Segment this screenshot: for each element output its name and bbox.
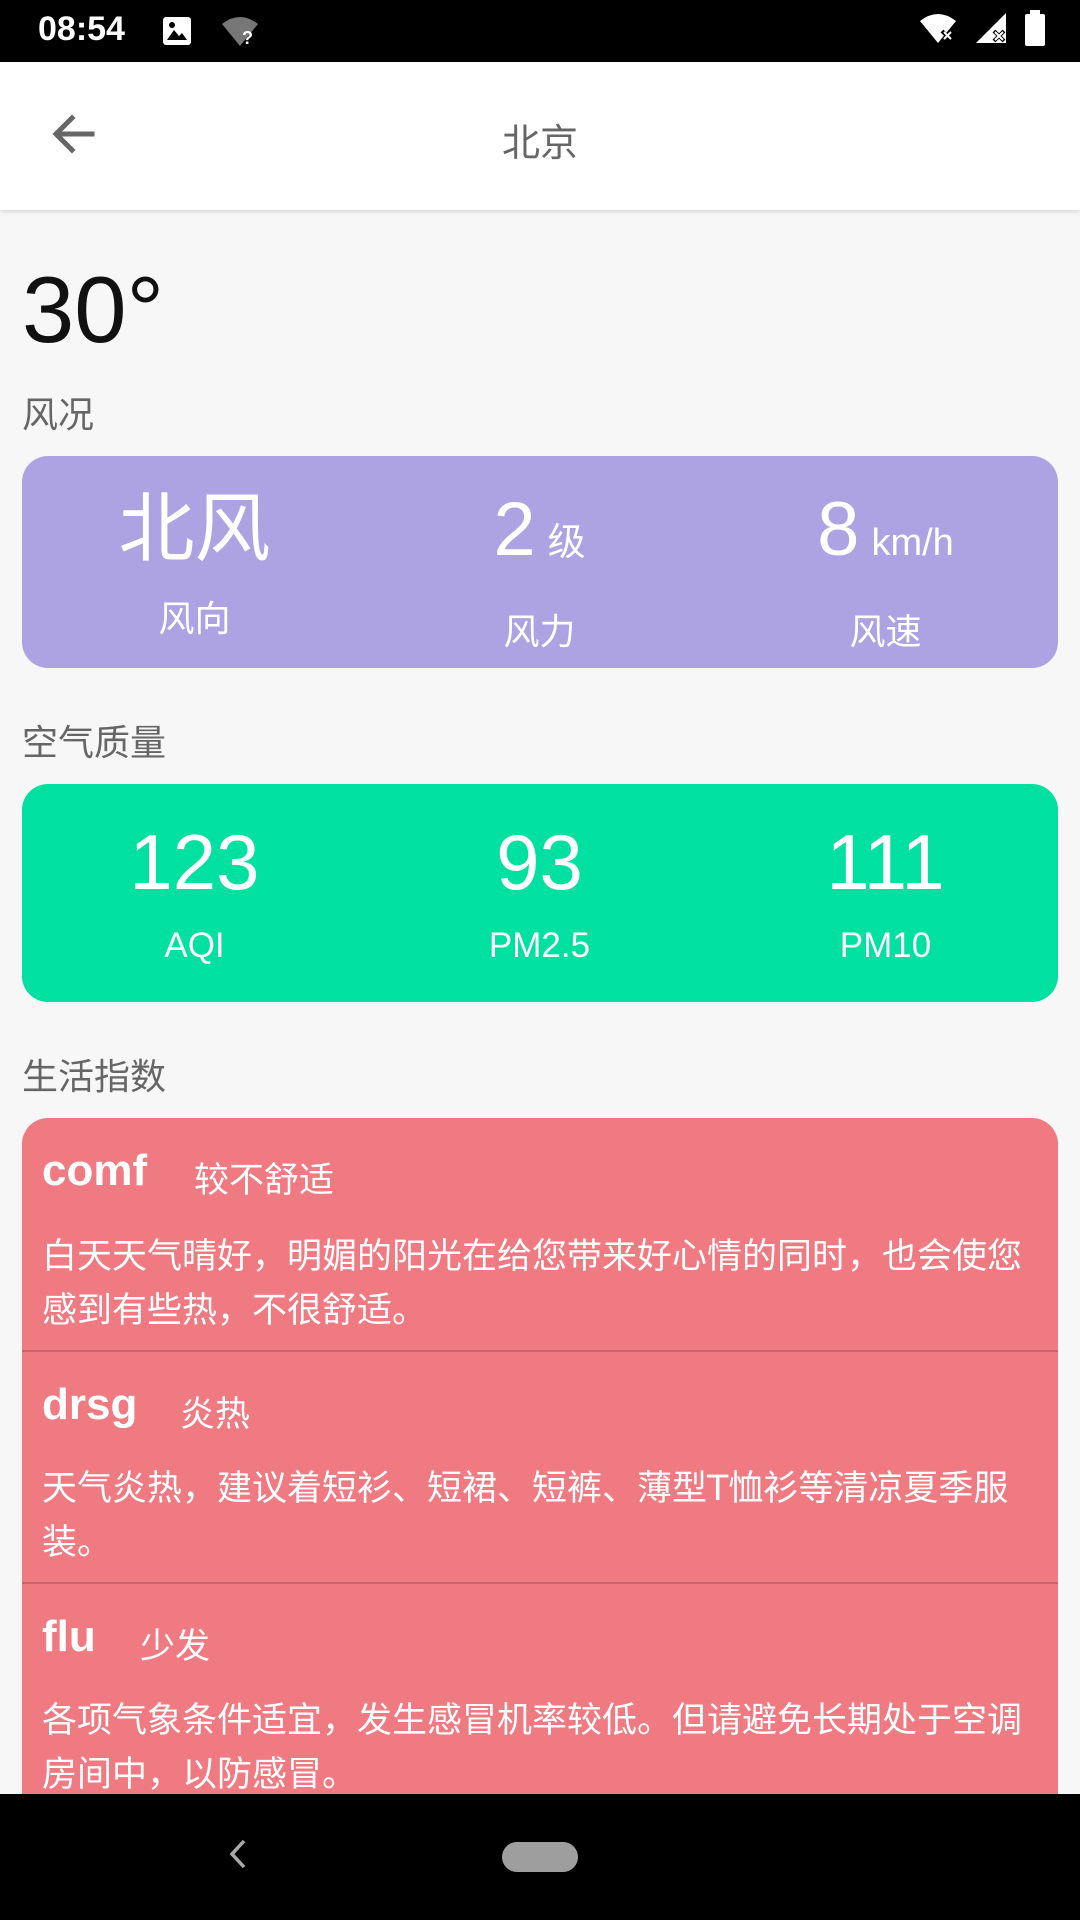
pm25-value: 93 <box>496 818 583 906</box>
life-item-level: 少发 <box>140 1627 211 1667</box>
life-index-section-label: 生活指数 <box>22 1057 167 1098</box>
wind-force-value: 2 <box>493 487 536 572</box>
wind-speed-value: 8 <box>817 487 860 572</box>
page-title: 北京 <box>501 121 578 165</box>
wind-force-label: 风力 <box>503 612 576 653</box>
wind-section-label: 风况 <box>22 395 95 436</box>
wind-force-line: 2级 <box>367 486 712 587</box>
wind-card: 北风 风向 2级 风力 8 km/h 风速 <box>22 456 1058 668</box>
aqi-value: 123 <box>129 818 260 906</box>
aqi-cell: 123 AQI <box>22 818 367 966</box>
battery-icon <box>1024 10 1046 50</box>
wind-speed-cell: 8 km/h 风速 <box>713 486 1058 655</box>
life-item-level: 炎热 <box>180 1395 251 1435</box>
wind-direction-label: 风向 <box>158 599 231 640</box>
aqi-label: AQI <box>164 926 225 965</box>
status-bar: 08:54 ? <box>0 0 1080 62</box>
wind-speed-line: 8 km/h <box>713 486 1058 587</box>
signal-off-icon <box>974 11 1008 49</box>
system-nav-bar <box>0 1794 1080 1920</box>
wind-force-unit: 级 <box>547 522 586 564</box>
life-item-level: 较不舒适 <box>194 1161 335 1201</box>
wifi-question-icon: ? <box>220 14 260 48</box>
nav-back-icon <box>226 1837 250 1875</box>
life-item-key: drsg <box>42 1380 138 1429</box>
life-item-text: 各项气象条件适宜，发生感冒机率较低。但请避免长期处于空调房间中，以防感冒。 <box>42 1701 1023 1794</box>
air-quality-card: 123 AQI 93 PM2.5 111 PM10 <box>22 784 1058 1002</box>
weather-content[interactable]: 30° 风况 北风 风向 2级 风力 8 km/h 风速 空气质量 123 AQI… <box>0 210 1080 1794</box>
svg-text:?: ? <box>242 28 253 48</box>
life-item-comf: comf 较不舒适 白天天气晴好，明媚的阳光在给您带来好心情的同时，也会使您感到… <box>22 1118 1058 1350</box>
pm10-label: PM10 <box>839 926 932 965</box>
pm25-label: PM2.5 <box>488 926 591 965</box>
status-time: 08:54 <box>38 10 125 48</box>
wifi-off-icon <box>918 11 958 49</box>
nav-back-button[interactable] <box>218 1834 258 1878</box>
wind-direction-cell: 北风 风向 <box>22 486 367 642</box>
life-item-drsg: drsg 炎热 天气炎热，建议着短衫、短裙、短裤、薄型T恤衫等清凉夏季服装。 <box>22 1350 1058 1584</box>
life-item-flu: flu 少发 各项气象条件适宜，发生感冒机率较低。但请避免长期处于空调房间中，以… <box>22 1582 1058 1794</box>
pm10-value: 111 <box>826 818 945 906</box>
home-pill-icon[interactable] <box>502 1842 578 1872</box>
wind-force-cell: 2级 风力 <box>367 486 712 655</box>
wind-speed-label: 风速 <box>849 612 922 653</box>
life-item-key: comf <box>42 1146 148 1195</box>
life-index-card: comf 较不舒适 白天天气晴好，明媚的阳光在给您带来好心情的同时，也会使您感到… <box>22 1118 1058 1794</box>
image-icon <box>160 14 194 48</box>
life-item-key: flu <box>42 1612 96 1661</box>
app-bar: 北京 <box>0 62 1080 210</box>
status-right-icons <box>918 10 1046 50</box>
pm25-cell: 93 PM2.5 <box>367 818 712 966</box>
status-left-icons: ? <box>160 14 260 48</box>
air-quality-section-label: 空气质量 <box>22 723 167 764</box>
life-item-text: 天气炎热，建议着短衫、短裙、短裤、薄型T恤衫等清凉夏季服装。 <box>42 1469 1009 1563</box>
pm10-cell: 111 PM10 <box>713 818 1058 966</box>
temperature-value: 30° <box>22 257 165 362</box>
wind-speed-unit: km/h <box>871 522 954 564</box>
life-item-text: 白天天气晴好，明媚的阳光在给您带来好心情的同时，也会使您感到有些热，不很舒适。 <box>42 1237 1023 1331</box>
wind-direction-value: 北风 <box>118 487 271 572</box>
